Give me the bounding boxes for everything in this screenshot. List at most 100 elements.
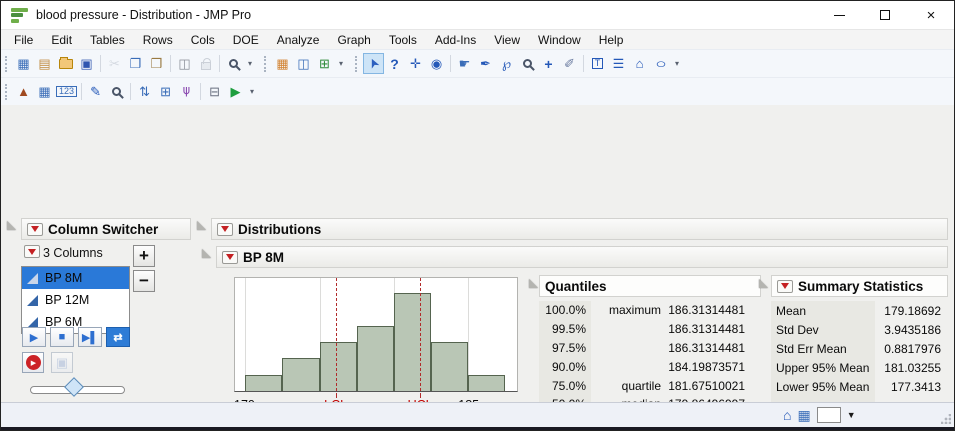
menu-item-edit[interactable]: Edit xyxy=(42,31,81,49)
histogram-bar[interactable] xyxy=(431,342,468,391)
annotate-pen-tool-icon[interactable]: ✐ xyxy=(559,53,580,74)
polygon-tool-icon[interactable]: ⌂ xyxy=(629,53,650,74)
journal-settings-icon[interactable]: ◫ xyxy=(174,53,195,74)
toolbar-overflow-icon[interactable]: ▾ xyxy=(671,53,683,74)
menu-item-tables[interactable]: Tables xyxy=(81,31,134,49)
edit-table-icon[interactable]: ▦ xyxy=(797,407,810,424)
menu-item-view[interactable]: View xyxy=(485,31,529,49)
lasso-tool-icon[interactable]: ℘ xyxy=(496,53,517,74)
distribution-platform-icon[interactable]: ▲ xyxy=(13,81,34,102)
report-content: Column Switcher 3 Columns BP 8MBP 12MBP … xyxy=(1,105,954,402)
menu-item-tools[interactable]: Tools xyxy=(380,31,426,49)
column-switcher-menu-button[interactable] xyxy=(27,223,43,236)
collapse-triangle-summary[interactable] xyxy=(759,279,768,288)
menu-item-file[interactable]: File xyxy=(5,31,42,49)
magnifier-tool-icon[interactable] xyxy=(517,53,538,74)
run-script-icon[interactable]: ▶ xyxy=(225,81,246,102)
menu-item-help[interactable]: Help xyxy=(590,31,633,49)
add-to-report-icon[interactable]: ⊞ xyxy=(314,53,335,74)
open-folder-icon[interactable] xyxy=(55,53,76,74)
toolbar-overflow-icon[interactable]: ▾ xyxy=(246,81,258,102)
histogram-plot[interactable] xyxy=(234,277,518,392)
remove-column-button[interactable]: − xyxy=(133,270,155,292)
distributions-menu-button[interactable] xyxy=(217,223,233,236)
histogram-bar[interactable] xyxy=(320,342,357,391)
menu-item-window[interactable]: Window xyxy=(529,31,590,49)
statusbar-dropdown-icon[interactable]: ▼ xyxy=(847,410,856,420)
copy-icon[interactable]: ❐ xyxy=(125,53,146,74)
collapse-triangle-column-switcher[interactable] xyxy=(7,221,16,230)
histogram-bar[interactable] xyxy=(357,326,394,391)
toolbar-grip-icon[interactable] xyxy=(5,56,9,72)
cut-icon[interactable]: ✂ xyxy=(104,53,125,74)
menu-item-analyze[interactable]: Analyze xyxy=(268,31,329,49)
toolbar-grip-icon[interactable] xyxy=(5,84,9,100)
numeric-view-icon[interactable]: 123 xyxy=(55,81,78,102)
crosshair-tool-icon[interactable]: + xyxy=(538,53,559,74)
toolbar-grip-icon[interactable] xyxy=(264,56,268,72)
arrow-tool-icon[interactable]: ➤ xyxy=(363,53,384,74)
column-list-item[interactable]: BP 8M xyxy=(22,267,129,289)
lock-icon[interactable] xyxy=(195,53,216,74)
toolbar-overflow-icon[interactable]: ▾ xyxy=(335,53,347,74)
histogram-bar[interactable] xyxy=(468,375,505,391)
play-button[interactable]: ▶ xyxy=(22,327,46,347)
new-data-table-icon[interactable]: ▦ xyxy=(13,53,34,74)
table-preview-icon[interactable] xyxy=(106,81,127,102)
selection-tool-icon[interactable]: ✛ xyxy=(405,53,426,74)
histogram-bar[interactable] xyxy=(282,358,319,391)
search-icon[interactable] xyxy=(223,53,244,74)
columns-menu-button[interactable] xyxy=(24,245,40,258)
save-icon[interactable]: ▣ xyxy=(76,53,97,74)
join-tables-icon[interactable]: ⊞ xyxy=(155,81,176,102)
help-tool-icon-glyph: ? xyxy=(390,57,399,71)
menu-item-graph[interactable]: Graph xyxy=(328,31,379,49)
close-button[interactable]: × xyxy=(908,1,954,29)
paste-icon[interactable]: ❒ xyxy=(146,53,167,74)
grid-view-icon[interactable]: ▦ xyxy=(34,81,55,102)
menu-item-rows[interactable]: Rows xyxy=(134,31,182,49)
tree-layout-icon[interactable]: ⋔ xyxy=(176,81,197,102)
collapse-triangle-bp8m[interactable] xyxy=(202,249,211,258)
histogram-bar[interactable] xyxy=(394,293,431,391)
resize-grip[interactable] xyxy=(941,414,951,424)
bp8m-menu-button[interactable] xyxy=(222,251,238,264)
toolbar-grip-icon[interactable] xyxy=(355,56,359,72)
update-columns-icon[interactable]: ◫ xyxy=(293,53,314,74)
save-animation-button[interactable]: ▣ xyxy=(51,352,73,373)
menu-item-cols[interactable]: Cols xyxy=(182,31,224,49)
add-column-button[interactable]: + xyxy=(133,245,155,267)
step-button[interactable]: ▶▌ xyxy=(78,327,102,347)
loop-button[interactable]: ⇄ xyxy=(106,327,130,347)
help-tool-icon[interactable]: ? xyxy=(384,53,405,74)
sort-columns-icon[interactable]: ⇅ xyxy=(134,81,155,102)
open-journal-icon[interactable]: ▤ xyxy=(34,53,55,74)
toolbar-overflow-icon[interactable]: ▾ xyxy=(244,53,256,74)
quantile-value: 186.31314481 xyxy=(665,341,761,355)
record-button[interactable]: ▶ xyxy=(22,352,44,373)
maximize-button[interactable] xyxy=(862,1,908,29)
collapse-triangle-quantiles[interactable] xyxy=(529,279,538,288)
reference-line-lcl xyxy=(336,278,337,391)
display-combo[interactable] xyxy=(817,407,841,423)
stop-button[interactable]: ■ xyxy=(50,327,74,347)
grabber-tool-icon[interactable]: ☛ xyxy=(454,53,475,74)
text-tool-icon[interactable]: T xyxy=(587,53,608,74)
lines-tool-icon[interactable]: ☰ xyxy=(608,53,629,74)
scroller-tool-icon[interactable]: ◉ xyxy=(426,53,447,74)
minimize-button[interactable] xyxy=(816,1,862,29)
brush-tool-icon[interactable]: ✒ xyxy=(475,53,496,74)
menu-item-add-ins[interactable]: Add-Ins xyxy=(426,31,485,49)
collapse-triangle-distributions[interactable] xyxy=(197,221,206,230)
data-table-icon[interactable]: ▦ xyxy=(272,53,293,74)
oval-tool-icon[interactable]: ○ xyxy=(650,53,671,74)
annotate-note-icon[interactable]: ✎ xyxy=(85,81,106,102)
histogram-bar[interactable] xyxy=(245,375,282,391)
menu-item-doe[interactable]: DOE xyxy=(224,31,268,49)
summary-menu-button[interactable] xyxy=(777,280,793,293)
column-list-item[interactable]: BP 12M xyxy=(22,289,129,311)
quantile-label: maximum xyxy=(591,303,665,317)
home-icon[interactable]: ⌂ xyxy=(783,407,791,423)
window-controls: × xyxy=(816,1,954,29)
calculator-icon[interactable]: ⊟ xyxy=(204,81,225,102)
